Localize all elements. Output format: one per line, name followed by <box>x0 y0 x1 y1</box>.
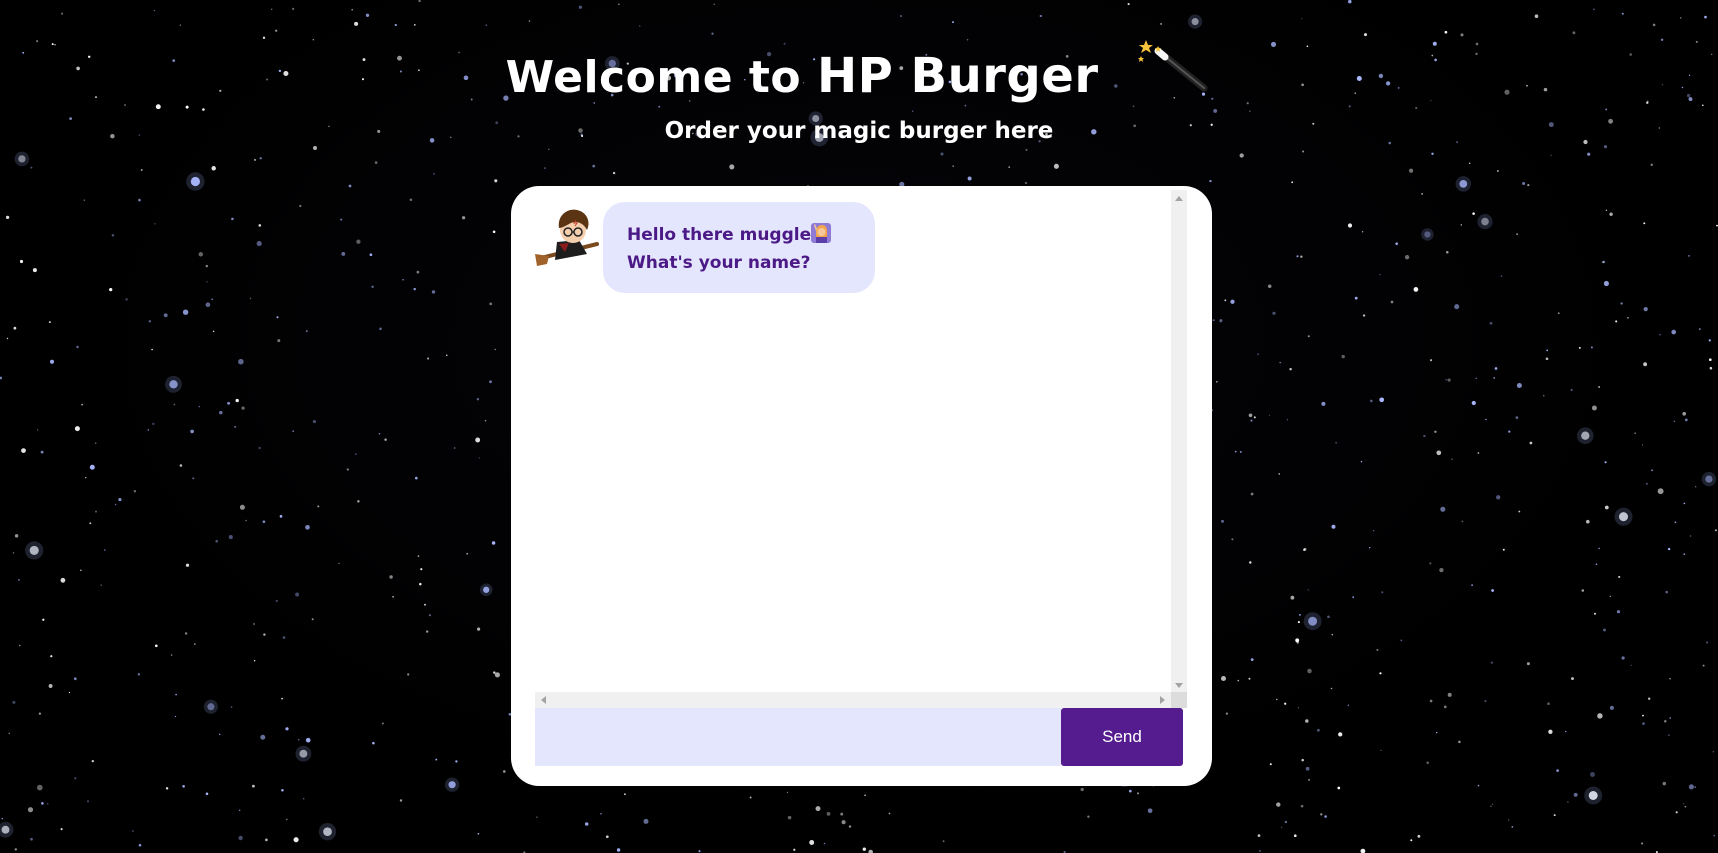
scroll-left-arrow-icon[interactable] <box>541 696 546 704</box>
horizontal-scrollbar[interactable] <box>535 692 1171 708</box>
title-prefix: Welcome to <box>505 52 802 103</box>
page-title: Welcome to HP Burger <box>0 38 1718 104</box>
scrollbar-corner <box>1171 692 1187 708</box>
chat-window: Hello there muggle What's your name? Sen… <box>511 186 1212 786</box>
page-background: Welcome to HP Burger Order your magic bu… <box>0 0 1718 853</box>
message-input[interactable] <box>535 708 1061 766</box>
scroll-right-arrow-icon[interactable] <box>1160 696 1165 704</box>
wizard-on-broom-avatar <box>535 202 603 272</box>
person-raising-hand-icon <box>811 223 832 243</box>
title-brand: HP Burger <box>816 48 1099 104</box>
vertical-scrollbar[interactable] <box>1171 190 1187 694</box>
send-button[interactable]: Send <box>1061 708 1183 766</box>
scroll-down-arrow-icon[interactable] <box>1175 683 1183 688</box>
message-line-2: What's your name? <box>627 253 811 273</box>
scroll-up-arrow-icon[interactable] <box>1175 196 1183 201</box>
message-line-1: Hello there muggle <box>627 221 832 249</box>
message-bubble: Hello there muggle What's your name? <box>603 202 876 293</box>
magic-wand-icon <box>1132 38 1212 98</box>
bot-message: Hello there muggle What's your name? <box>535 202 876 293</box>
message-composer: Send <box>535 708 1207 766</box>
message-list[interactable]: Hello there muggle What's your name? <box>535 190 1175 690</box>
page-subtitle: Order your magic burger here <box>664 118 1054 144</box>
